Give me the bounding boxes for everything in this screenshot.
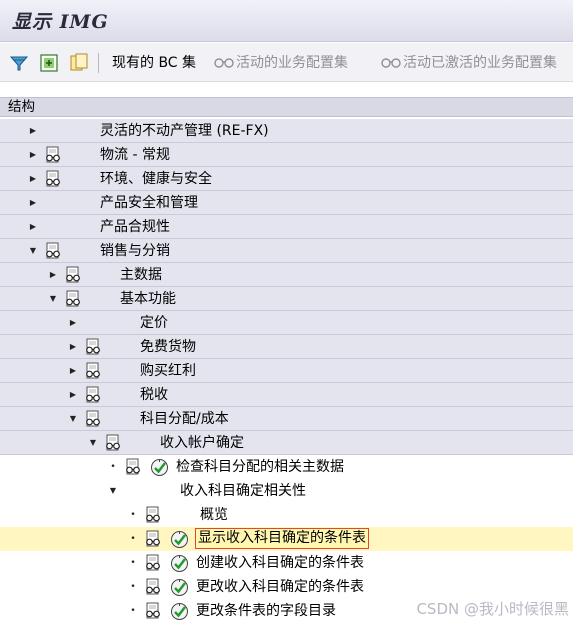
expand-tree-icon[interactable] <box>38 52 60 74</box>
toolbar-separator <box>98 53 99 73</box>
tree-node[interactable]: ▶ 免费货物 <box>0 335 573 359</box>
collapse-toggle[interactable]: ▼ <box>108 479 118 503</box>
active-business-config-set-button[interactable]: 活动的业务配置集 <box>214 53 348 73</box>
tree-node-label[interactable]: 税收 <box>140 383 168 407</box>
collapse-toggle[interactable]: ▼ <box>88 431 98 455</box>
expand-toggle[interactable]: ▶ <box>28 215 38 239</box>
tree-node[interactable]: ▼ 科目分配/成本 <box>0 407 573 431</box>
tree-node-label[interactable]: 概览 <box>200 503 228 527</box>
copy-pages-icon[interactable] <box>68 52 90 74</box>
tree-node-label[interactable]: 收入科目确定相关性 <box>180 479 306 503</box>
glasses-doc-icon[interactable] <box>44 242 62 260</box>
active-activated-business-config-set-label: 活动已激活的业务配置集 <box>403 55 557 71</box>
glasses-doc-icon[interactable] <box>144 578 162 596</box>
tree-node[interactable]: ▼ 收入科目确定相关性 <box>0 479 573 503</box>
expand-toggle[interactable]: ▶ <box>28 143 38 167</box>
tree-node-label[interactable]: 产品安全和管理 <box>100 191 198 215</box>
tree-node[interactable]: ▶ 灵活的不动产管理 (RE-FX) <box>0 119 573 143</box>
tree-node-label[interactable]: 检查科目分配的相关主数据 <box>176 455 344 479</box>
tree-node[interactable]: ▶ 环境、健康与安全 <box>0 167 573 191</box>
tree-node-label[interactable]: 显示收入科目确定的条件表 <box>195 528 369 549</box>
leaf-bullet: • <box>130 606 136 616</box>
leaf-bullet: • <box>130 510 136 520</box>
leaf-bullet: • <box>130 582 136 592</box>
glasses-doc-icon[interactable] <box>124 458 142 476</box>
glasses-doc-icon[interactable] <box>44 146 62 164</box>
glasses-icon <box>381 58 401 68</box>
execute-clock-icon[interactable] <box>170 578 189 597</box>
expand-toggle[interactable]: ▶ <box>28 191 38 215</box>
execute-clock-icon[interactable] <box>170 530 189 549</box>
filter-icon[interactable] <box>8 52 30 74</box>
tree-node-label[interactable]: 物流 - 常规 <box>100 143 170 167</box>
structure-header: 结构 <box>0 97 573 117</box>
tree-node-label[interactable]: 购买红利 <box>140 359 196 383</box>
tree-node-label[interactable]: 灵活的不动产管理 (RE-FX) <box>100 119 269 143</box>
page-title: 显示 IMG <box>12 11 109 33</box>
title-bar: 显示 IMG <box>0 0 573 42</box>
tree-node[interactable]: • 检查科目分配的相关主数据 <box>0 455 573 479</box>
glasses-doc-icon[interactable] <box>144 554 162 572</box>
expand-toggle[interactable]: ▶ <box>68 383 78 407</box>
expand-toggle[interactable]: ▶ <box>28 119 38 143</box>
tree-node[interactable]: ▶ 主数据 <box>0 263 573 287</box>
glasses-doc-icon[interactable] <box>144 506 162 524</box>
tree-node-label[interactable]: 环境、健康与安全 <box>100 167 212 191</box>
glasses-doc-icon[interactable] <box>64 290 82 308</box>
expand-toggle[interactable]: ▶ <box>68 311 78 335</box>
tree-node-label[interactable]: 科目分配/成本 <box>140 407 229 431</box>
leaf-bullet: • <box>130 534 136 544</box>
tree-node-label[interactable]: 免费货物 <box>140 335 196 359</box>
tree-node[interactable]: • 更改收入科目确定的条件表 <box>0 575 573 599</box>
tree-node[interactable]: • 创建收入科目确定的条件表 <box>0 551 573 575</box>
expand-toggle[interactable]: ▶ <box>68 335 78 359</box>
tree-node-label[interactable]: 更改条件表的字段目录 <box>196 599 336 623</box>
tree-node-label[interactable]: 定价 <box>140 311 168 335</box>
tree-node[interactable]: ▶ 税收 <box>0 383 573 407</box>
glasses-icon <box>214 58 234 68</box>
expand-toggle[interactable]: ▶ <box>48 263 58 287</box>
active-business-config-set-label: 活动的业务配置集 <box>236 55 348 71</box>
tree-node[interactable]: ▶ 购买红利 <box>0 359 573 383</box>
tree-node-label[interactable]: 收入帐户确定 <box>160 431 244 455</box>
tree-node-label[interactable]: 基本功能 <box>120 287 176 311</box>
glasses-doc-icon[interactable] <box>144 602 162 620</box>
tree-node[interactable]: ▼ 收入帐户确定 <box>0 431 573 455</box>
watermark: CSDN @我小时候很黑 <box>416 600 569 618</box>
tree-node-label[interactable]: 产品合规性 <box>100 215 170 239</box>
tree-node-label[interactable]: 创建收入科目确定的条件表 <box>196 551 364 575</box>
execute-clock-icon[interactable] <box>170 602 189 621</box>
glasses-doc-icon[interactable] <box>84 410 102 428</box>
tree-node[interactable]: ▶ 定价 <box>0 311 573 335</box>
toolbar: 现有的 BC 集 活动的业务配置集 活动已激活的业务配置集 <box>0 43 573 82</box>
expand-toggle[interactable]: ▶ <box>68 359 78 383</box>
tree-node[interactable]: • 显示收入科目确定的条件表 <box>0 527 573 551</box>
active-activated-business-config-set-button[interactable]: 活动已激活的业务配置集 <box>381 53 557 73</box>
leaf-bullet: • <box>130 558 136 568</box>
tree-node-label[interactable]: 主数据 <box>120 263 162 287</box>
glasses-doc-icon[interactable] <box>144 530 162 548</box>
tree-node[interactable]: ▼ 销售与分销 <box>0 239 573 263</box>
execute-clock-icon[interactable] <box>150 458 169 477</box>
collapse-toggle[interactable]: ▼ <box>68 407 78 431</box>
glasses-doc-icon[interactable] <box>64 266 82 284</box>
tree-node[interactable]: • 概览 <box>0 503 573 527</box>
execute-clock-icon[interactable] <box>170 554 189 573</box>
collapse-toggle[interactable]: ▼ <box>28 239 38 263</box>
tree-node[interactable]: ▶ 产品安全和管理 <box>0 191 573 215</box>
current-bc-set-button[interactable]: 现有的 BC 集 <box>112 53 196 73</box>
tree-node[interactable]: ▼ 基本功能 <box>0 287 573 311</box>
expand-toggle[interactable]: ▶ <box>28 167 38 191</box>
glasses-doc-icon[interactable] <box>84 386 102 404</box>
tree-node[interactable]: ▶ 产品合规性 <box>0 215 573 239</box>
glasses-doc-icon[interactable] <box>84 362 102 380</box>
glasses-doc-icon[interactable] <box>104 434 122 452</box>
tree-node-label[interactable]: 销售与分销 <box>100 239 170 263</box>
tree-node[interactable]: ▶ 物流 - 常规 <box>0 143 573 167</box>
glasses-doc-icon[interactable] <box>84 338 102 356</box>
glasses-doc-icon[interactable] <box>44 170 62 188</box>
collapse-toggle[interactable]: ▼ <box>48 287 58 311</box>
leaf-bullet: • <box>110 462 116 472</box>
tree-node-label[interactable]: 更改收入科目确定的条件表 <box>196 575 364 599</box>
